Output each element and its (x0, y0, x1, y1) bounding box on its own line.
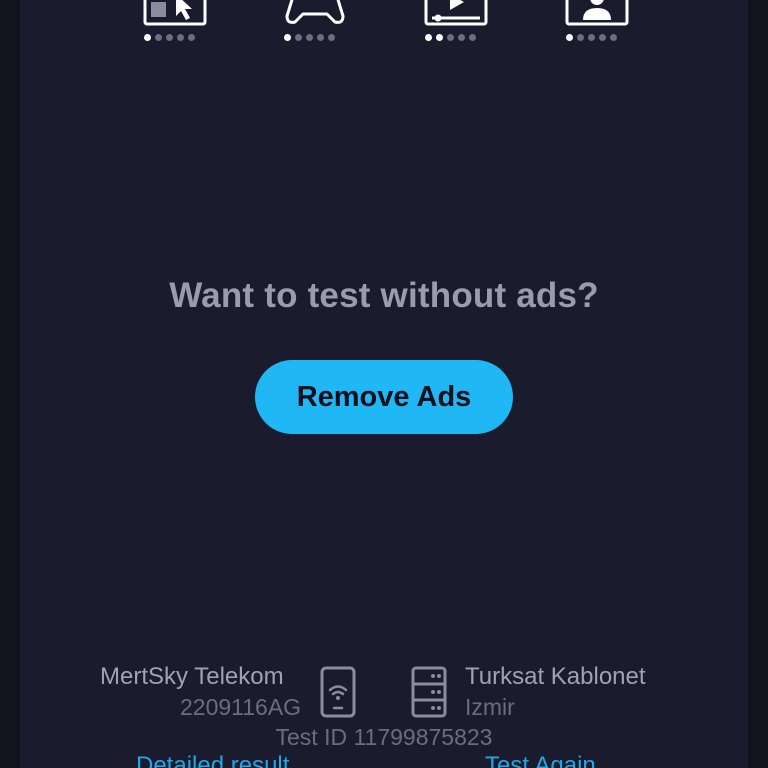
test-id: Test ID 11799875823 (275, 724, 493, 750)
quality-dot-inactive (295, 34, 302, 41)
activity-video-call (562, 0, 632, 46)
quality-dots (284, 34, 335, 41)
client-provider-name: MertSky Telekom (100, 663, 284, 690)
quality-dot-active (284, 34, 291, 41)
gamepad-icon (285, 0, 345, 24)
quality-dot-inactive (469, 34, 476, 41)
quality-dot-inactive (188, 34, 195, 41)
quality-dot-inactive (328, 34, 335, 41)
quality-dot-inactive (447, 34, 454, 41)
activity-browsing (140, 0, 210, 46)
quality-dot-inactive (599, 34, 606, 41)
quality-dots (144, 34, 195, 41)
activity-streaming (421, 0, 491, 46)
video-icon (424, 0, 488, 26)
quality-dot-inactive (610, 34, 617, 41)
promo-title: Want to test without ads? (169, 276, 599, 315)
quality-dot-inactive (588, 34, 595, 41)
video-call-icon (565, 0, 629, 26)
browsing-icon (143, 0, 207, 26)
server-location: Izmir (465, 694, 515, 720)
quality-dot-active (436, 34, 443, 41)
phone-wifi-icon (320, 666, 356, 718)
quality-dots (566, 34, 617, 41)
quality-dot-inactive (177, 34, 184, 41)
results-screen: Want to test without ads? Remove Ads Mer… (20, 0, 748, 768)
quality-dot-inactive (317, 34, 324, 41)
quality-dot-inactive (458, 34, 465, 41)
quality-dot-inactive (577, 34, 584, 41)
quality-dot-active (566, 34, 573, 41)
quality-dots (425, 34, 476, 41)
server-icon (411, 666, 447, 718)
quality-dot-inactive (155, 34, 162, 41)
server-provider-name: Turksat Kablonet (465, 663, 646, 690)
detailed-result-link[interactable]: Detailed result (136, 752, 289, 768)
quality-dot-active (425, 34, 432, 41)
quality-dot-inactive (306, 34, 313, 41)
quality-dot-inactive (166, 34, 173, 41)
test-again-link[interactable]: Test Again (485, 752, 596, 768)
quality-dot-active (144, 34, 151, 41)
activity-gaming (280, 0, 350, 46)
client-device: 2209116AG (180, 694, 302, 720)
remove-ads-button[interactable]: Remove Ads (255, 360, 513, 434)
